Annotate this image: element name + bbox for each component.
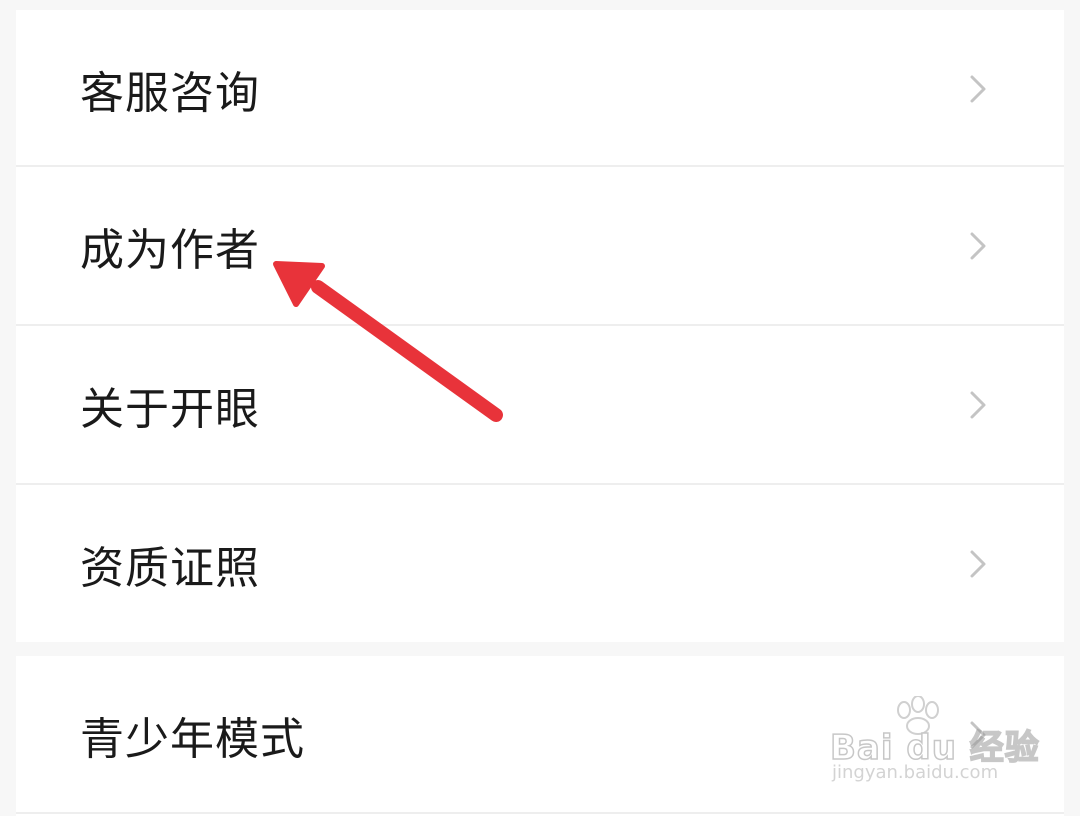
chevron-right-icon (968, 231, 988, 261)
baidu-jingyan-watermark: Bai du 经验 jingyan.baidu.com (828, 696, 1039, 796)
menu-item-customer-service[interactable]: 客服咨询 (16, 10, 1064, 168)
settings-group-main: 客服咨询 成为作者 关于开眼 资质证照 (16, 10, 1064, 642)
menu-item-become-author[interactable]: 成为作者 (16, 167, 1064, 325)
menu-item-label: 资质证照 (80, 543, 260, 594)
menu-item-about[interactable]: 关于开眼 (16, 326, 1064, 484)
watermark-url: jingyan.baidu.com (832, 762, 999, 783)
menu-item-label: 青少年模式 (80, 714, 305, 765)
chevron-right-icon (968, 549, 988, 579)
divider (16, 812, 1064, 814)
settings-screen: 客服咨询 成为作者 关于开眼 资质证照 青少年模式 Bai du 经验 jing… (0, 0, 1080, 816)
menu-item-licenses[interactable]: 资质证照 (16, 485, 1064, 643)
menu-item-label: 客服咨询 (80, 68, 260, 119)
chevron-right-icon (968, 390, 988, 420)
menu-item-label: 成为作者 (80, 225, 260, 276)
chevron-right-icon (968, 74, 988, 104)
menu-item-label: 关于开眼 (80, 384, 260, 435)
